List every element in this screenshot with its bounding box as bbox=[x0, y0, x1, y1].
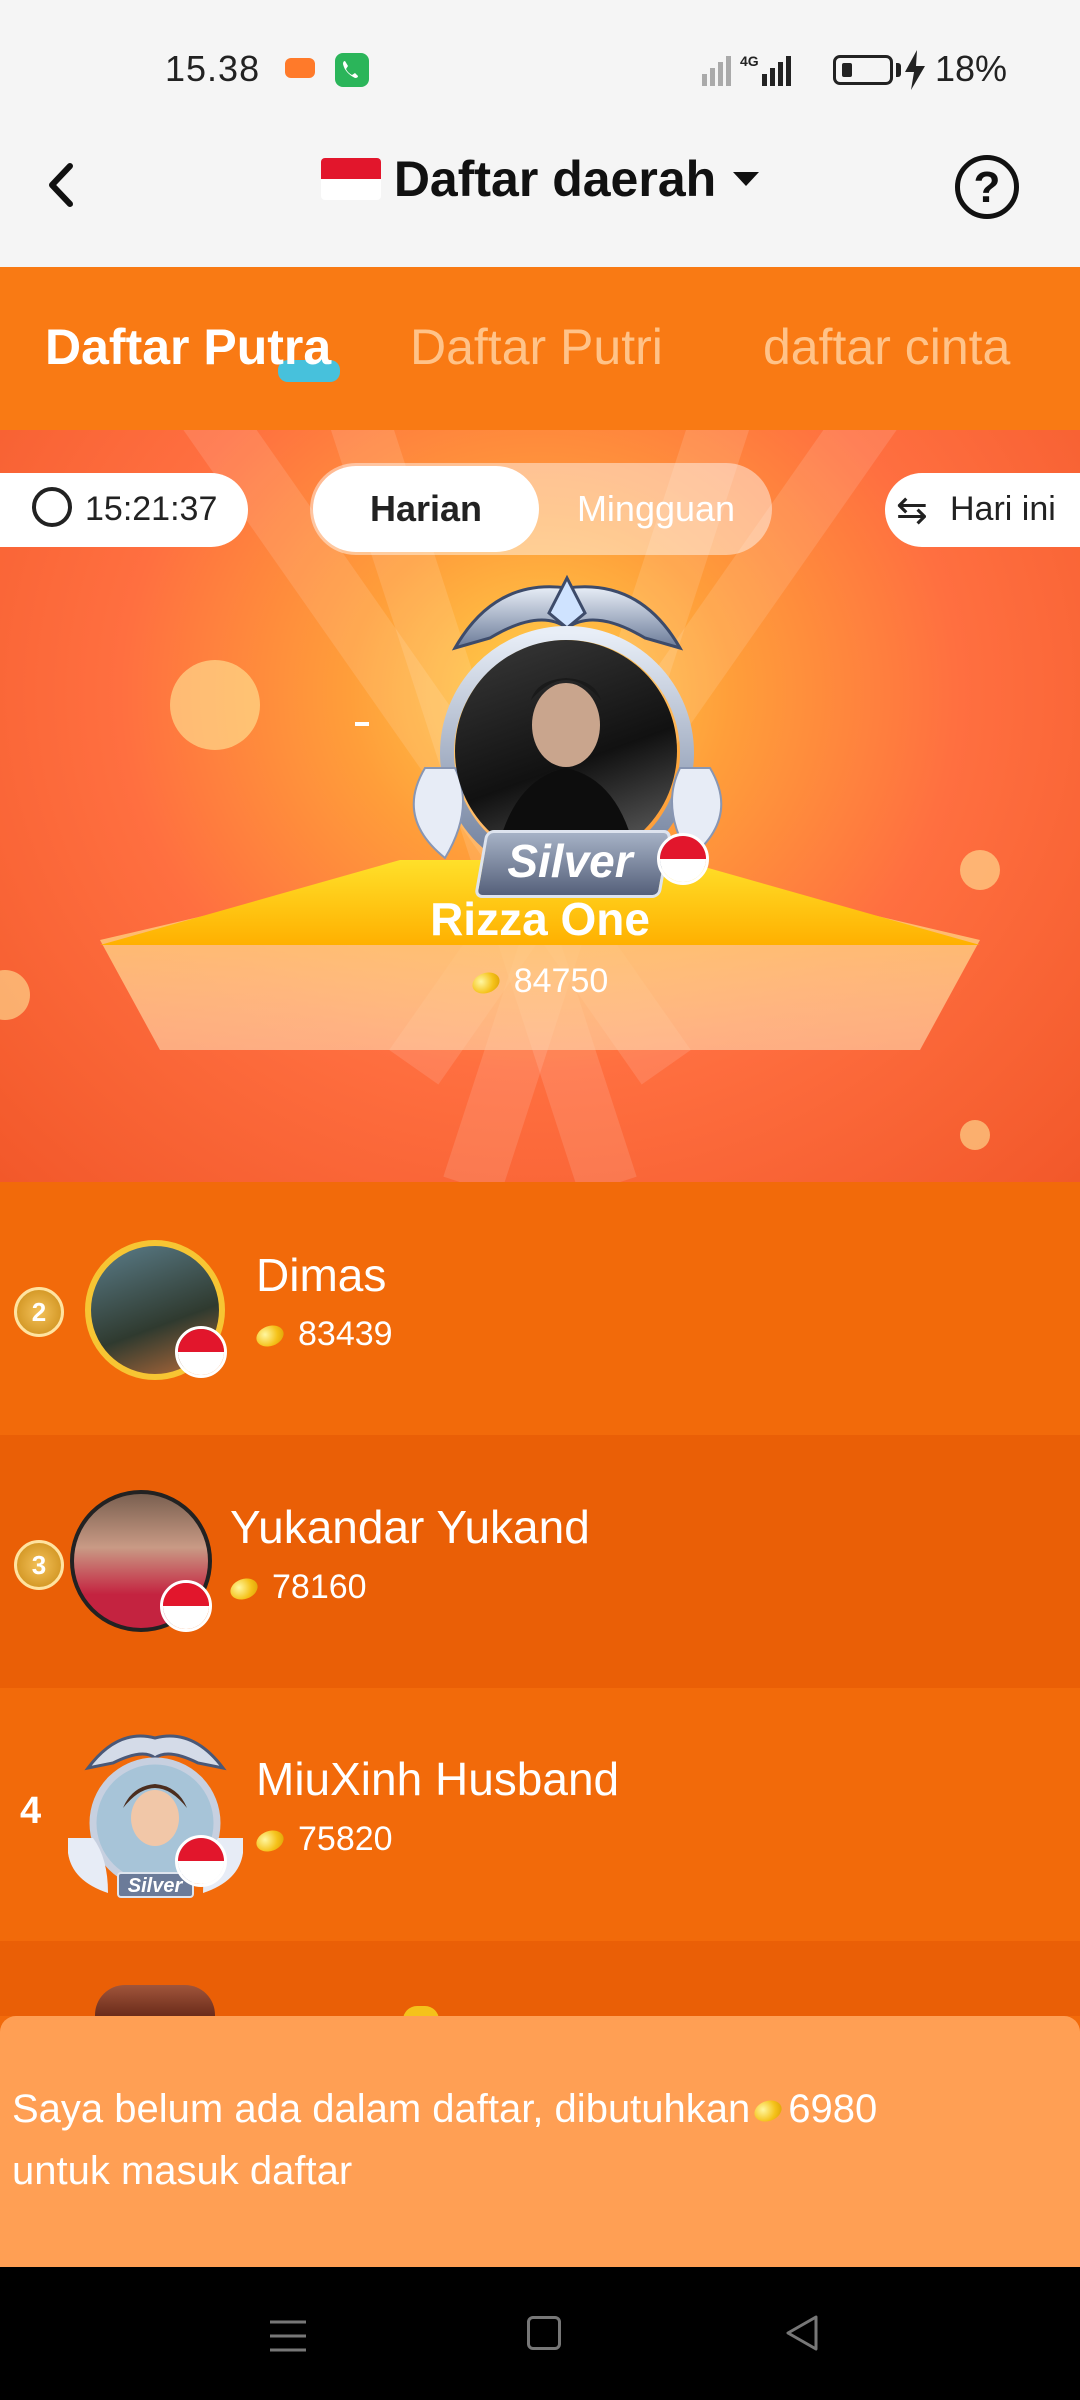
rank-name: Yukandar Yukand bbox=[230, 1501, 590, 1553]
rank-score: 75820 bbox=[253, 1820, 393, 1859]
charging-icon bbox=[905, 50, 925, 90]
rank-name: MiuXinh Husband bbox=[256, 1753, 620, 1805]
tab-daftar-putri[interactable]: Daftar Putri bbox=[410, 318, 663, 376]
battery-icon bbox=[833, 55, 893, 85]
indonesia-flag-icon bbox=[657, 833, 709, 885]
tab-daftar-cinta[interactable]: daftar cinta bbox=[763, 318, 1010, 376]
signal-icon: 4G bbox=[702, 53, 791, 86]
countdown-timer: 15:21:37 bbox=[85, 490, 218, 528]
silver-badge-label: Silver bbox=[128, 1875, 184, 1897]
avatar-top-rank[interactable] bbox=[455, 640, 677, 862]
dash-mark bbox=[355, 722, 369, 726]
period-mingguan[interactable]: Mingguan bbox=[545, 488, 767, 530]
rank-number: 4 bbox=[20, 1790, 42, 1832]
coin-icon bbox=[469, 968, 503, 998]
silver-badge-label: Silver bbox=[507, 835, 633, 887]
question-circle-icon[interactable]: ? bbox=[955, 155, 1019, 219]
indonesia-flag-icon bbox=[175, 1326, 227, 1378]
silver-medal-icon: 2 bbox=[14, 1287, 64, 1337]
indonesia-flag-icon bbox=[175, 1835, 227, 1887]
page-title: Daftar daerah bbox=[393, 151, 717, 207]
home-icon[interactable] bbox=[527, 2316, 561, 2350]
caret-down-icon bbox=[732, 172, 759, 186]
battery-percent: 18% bbox=[935, 48, 1008, 89]
back-triangle-icon[interactable] bbox=[782, 2313, 822, 2353]
phone-notification-icon bbox=[335, 53, 369, 87]
clock-icon bbox=[32, 487, 72, 527]
period-harian[interactable]: Harian bbox=[313, 488, 539, 530]
coin-icon bbox=[751, 2097, 785, 2126]
indonesia-flag-icon bbox=[321, 158, 382, 200]
my-rank-message: Saya belum ada dalam daftar, dibutuhkan 6… bbox=[12, 2087, 878, 2193]
rank-score: 78160 bbox=[227, 1568, 367, 1607]
swap-arrows-icon: ⇆ bbox=[896, 490, 928, 532]
network-type: 4G bbox=[740, 53, 759, 69]
rank-score: 83439 bbox=[253, 1315, 393, 1354]
rank-name: Dimas bbox=[256, 1249, 387, 1301]
top-rank-score: 84750 bbox=[0, 962, 1080, 1001]
region-selector[interactable]: Daftar daerah bbox=[0, 150, 1080, 208]
status-time: 15.38 bbox=[165, 48, 261, 89]
menu-icon[interactable] bbox=[268, 2318, 308, 2354]
day-filter-label: Hari ini bbox=[950, 490, 1056, 528]
bronze-medal-icon: 3 bbox=[14, 1540, 64, 1590]
tab-daftar-putra[interactable]: Daftar Putra bbox=[45, 318, 331, 376]
indonesia-flag-icon bbox=[160, 1580, 212, 1632]
battery-tip bbox=[896, 63, 901, 77]
avatar-frame-partial bbox=[95, 1985, 215, 2016]
top-rank-name[interactable]: Rizza One bbox=[0, 892, 1080, 946]
game-notification-icon bbox=[285, 58, 315, 78]
